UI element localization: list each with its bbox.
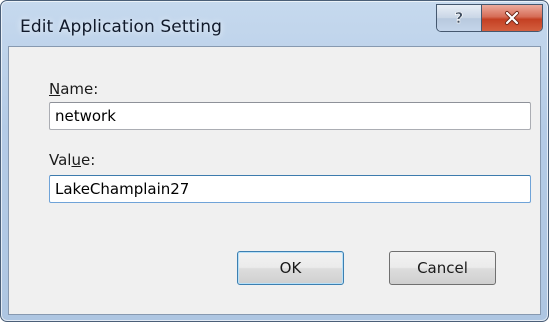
name-input[interactable] [49,102,531,130]
edit-application-setting-dialog: Edit Application Setting ? Name: Value: … [0,0,549,322]
value-label-accelerator: u [71,151,81,169]
dialog-client-area: Name: Value: OK Cancel [8,46,541,315]
caption-buttons: ? [436,4,543,32]
cancel-button[interactable]: Cancel [389,251,496,285]
value-label-text-start: Val [49,151,72,169]
value-input[interactable] [49,175,531,203]
name-label: Name: [49,80,98,98]
value-label: Value: [49,151,95,169]
svg-text:?: ? [455,9,464,27]
ok-button[interactable]: OK [237,251,344,285]
value-label-text-end: e: [80,151,96,169]
question-mark-icon: ? [454,9,464,27]
close-button[interactable] [482,5,542,31]
close-icon [505,11,519,25]
name-label-text: ame: [60,80,99,98]
title-bar[interactable]: Edit Application Setting ? [1,1,548,45]
dialog-title: Edit Application Setting [20,17,222,37]
name-label-accelerator: N [49,80,61,98]
help-button[interactable]: ? [437,5,482,31]
